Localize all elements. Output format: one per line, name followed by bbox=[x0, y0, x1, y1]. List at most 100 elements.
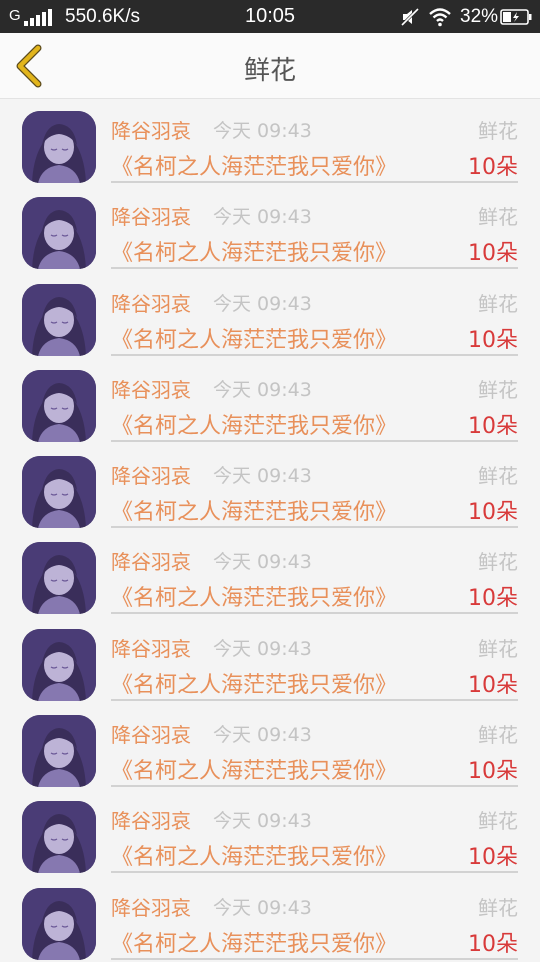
row-divider bbox=[390, 612, 518, 615]
status-time: 10:05 bbox=[244, 5, 296, 27]
book-title-link[interactable]: 《名柯之人海茫茫我只爱你》 bbox=[111, 580, 397, 612]
avatar-image bbox=[22, 111, 96, 183]
gift-type-label: 鲜花 bbox=[478, 723, 518, 748]
gift-type-label: 鲜花 bbox=[478, 809, 518, 834]
book-title-underline bbox=[111, 353, 390, 356]
username[interactable]: 降谷羽哀 bbox=[111, 201, 191, 230]
book-title-underline bbox=[111, 181, 390, 183]
username[interactable]: 降谷羽哀 bbox=[111, 892, 191, 921]
book-title-link[interactable]: 《名柯之人海茫茫我只爱你》 bbox=[111, 926, 397, 958]
avatar[interactable] bbox=[22, 111, 96, 183]
gift-type-label: 鲜花 bbox=[478, 377, 518, 402]
list-item[interactable]: 降谷羽哀 今天 09:43 鲜花《名柯之人海茫茫我只爱你》 10朵 bbox=[0, 272, 540, 358]
avatar-image bbox=[22, 887, 96, 960]
avatar[interactable] bbox=[22, 542, 96, 615]
battery-percentage: 32% bbox=[460, 6, 499, 27]
book-title-link[interactable]: 《名柯之人海茫茫我只爱你》 bbox=[111, 753, 397, 785]
avatar[interactable] bbox=[22, 283, 96, 356]
gift-quantity: 10朵 bbox=[468, 845, 518, 871]
avatar-image bbox=[22, 628, 96, 701]
book-title-link[interactable]: 《名柯之人海茫茫我只爱你》 bbox=[111, 839, 397, 871]
username[interactable]: 降谷羽哀 bbox=[111, 546, 191, 575]
wifi-icon bbox=[429, 8, 451, 27]
gift-quantity: 10朵 bbox=[468, 586, 518, 612]
list-item[interactable]: 降谷羽哀 今天 09:43 鲜花《名柯之人海茫茫我只爱你》 10朵 bbox=[0, 530, 540, 616]
gift-type-label: 鲜花 bbox=[478, 205, 518, 230]
page-title: 鲜花 bbox=[243, 56, 296, 86]
row-divider bbox=[390, 181, 518, 183]
gift-quantity: 10朵 bbox=[468, 759, 518, 785]
gift-type-label: 鲜花 bbox=[478, 291, 518, 316]
gift-quantity: 10朵 bbox=[468, 327, 518, 353]
row-divider bbox=[390, 439, 518, 442]
gift-quantity: 10朵 bbox=[468, 672, 518, 698]
row-divider bbox=[390, 267, 518, 270]
avatar[interactable] bbox=[22, 628, 96, 701]
battery-icon bbox=[500, 9, 532, 25]
avatar[interactable] bbox=[22, 456, 96, 529]
username[interactable]: 降谷羽哀 bbox=[111, 633, 191, 662]
list-item[interactable]: 降谷羽哀 今天 09:43 鲜花《名柯之人海茫茫我只爱你》 10朵 bbox=[0, 703, 540, 789]
book-title-underline bbox=[111, 698, 390, 701]
book-title-underline bbox=[111, 612, 390, 615]
book-title-link[interactable]: 《名柯之人海茫茫我只爱你》 bbox=[111, 149, 397, 181]
gift-quantity: 10朵 bbox=[468, 241, 518, 267]
avatar-image bbox=[22, 456, 96, 529]
timestamp: 今天 09:43 bbox=[213, 810, 312, 833]
flower-gift-list: 降谷羽哀 今天 09:43 鲜花 《名柯之人海茫茫我只爱你》 10朵 降谷羽哀 今天 09:… bbox=[0, 99, 540, 962]
book-title-underline bbox=[111, 785, 390, 788]
avatar[interactable] bbox=[22, 369, 96, 442]
gift-type-label: 鲜花 bbox=[478, 550, 518, 575]
gift-type-label: 鲜花 bbox=[478, 119, 518, 143]
list-item[interactable]: 降谷羽哀 今天 09:43 鲜花 《名柯之人海茫茫我只爱你》 10朵 bbox=[0, 358, 540, 444]
timestamp: 今天 09:43 bbox=[213, 206, 312, 229]
book-title-link[interactable]: 《名柯之人海茫茫我只爱你》 bbox=[111, 322, 397, 354]
avatar-image bbox=[22, 801, 96, 874]
timestamp: 今天 09:43 bbox=[213, 724, 312, 747]
avatar-image bbox=[22, 197, 96, 270]
gift-quantity: 10朵 bbox=[468, 500, 518, 526]
book-title-link[interactable]: 《名柯之人海茫茫我只爱你》 bbox=[111, 235, 397, 267]
list-item[interactable]: 降谷羽哀 今天 09:43 鲜花《名柯之人海茫茫我只爱你》 10朵 bbox=[0, 99, 540, 185]
row-divider bbox=[390, 526, 518, 529]
username[interactable]: 降谷羽哀 bbox=[111, 115, 191, 144]
avatar[interactable] bbox=[22, 887, 96, 960]
list-item[interactable]: 降谷羽哀 今天 09:43 鲜花 《名柯之人海茫茫我只爱你》 10朵 bbox=[0, 617, 540, 703]
status-bar: G 550.6K/s 10:05 32% bbox=[0, 0, 540, 33]
list-item[interactable]: 降谷羽哀 今天 09:43 鲜花 《名柯之人海茫茫我只爱你》 10朵 bbox=[0, 876, 540, 962]
list-item[interactable]: 降谷羽哀 今天 09:43 鲜花《名柯之人海茫茫我只爱你》 10朵 bbox=[0, 444, 540, 530]
avatar[interactable] bbox=[22, 801, 96, 874]
book-title-link[interactable]: 《名柯之人海茫茫我只爱你》 bbox=[111, 408, 397, 440]
timestamp: 今天 09:43 bbox=[213, 120, 312, 142]
username[interactable]: 降谷羽哀 bbox=[111, 288, 191, 317]
gift-type-label: 鲜花 bbox=[478, 636, 518, 661]
avatar-image bbox=[22, 715, 96, 788]
book-title-underline bbox=[111, 267, 390, 270]
gift-quantity: 10朵 bbox=[468, 931, 518, 957]
username[interactable]: 降谷羽哀 bbox=[111, 805, 191, 834]
book-title-underline bbox=[111, 957, 390, 960]
gift-quantity: 10朵 bbox=[468, 155, 518, 180]
avatar[interactable] bbox=[22, 197, 96, 270]
row-divider bbox=[390, 957, 518, 960]
book-title-link[interactable]: 《名柯之人海茫茫我只爱你》 bbox=[111, 667, 397, 699]
username[interactable]: 降谷羽哀 bbox=[111, 460, 191, 489]
avatar-image bbox=[22, 542, 96, 615]
gift-type-label: 鲜花 bbox=[478, 464, 518, 489]
avatar-image bbox=[22, 369, 96, 442]
username[interactable]: 降谷羽哀 bbox=[111, 719, 191, 748]
username[interactable]: 降谷羽哀 bbox=[111, 374, 191, 403]
book-title-underline bbox=[111, 526, 390, 529]
navigation-bar: 鲜花 bbox=[0, 33, 540, 99]
list-item[interactable]: 降谷羽哀 今天 09:43 鲜花《名柯之人海茫茫我只爱你》 10朵 bbox=[0, 789, 540, 875]
book-title-underline bbox=[111, 439, 390, 442]
timestamp: 今天 09:43 bbox=[213, 896, 312, 919]
row-divider bbox=[390, 698, 518, 701]
timestamp: 今天 09:43 bbox=[213, 292, 312, 315]
list-item[interactable]: 降谷羽哀 今天 09:43 鲜花《名柯之人海茫茫我只爱你》 10朵 bbox=[0, 185, 540, 271]
timestamp: 今天 09:43 bbox=[213, 465, 312, 488]
book-title-link[interactable]: 《名柯之人海茫茫我只爱你》 bbox=[111, 494, 397, 526]
book-title-underline bbox=[111, 871, 390, 874]
timestamp: 今天 09:43 bbox=[213, 551, 312, 574]
avatar[interactable] bbox=[22, 715, 96, 788]
